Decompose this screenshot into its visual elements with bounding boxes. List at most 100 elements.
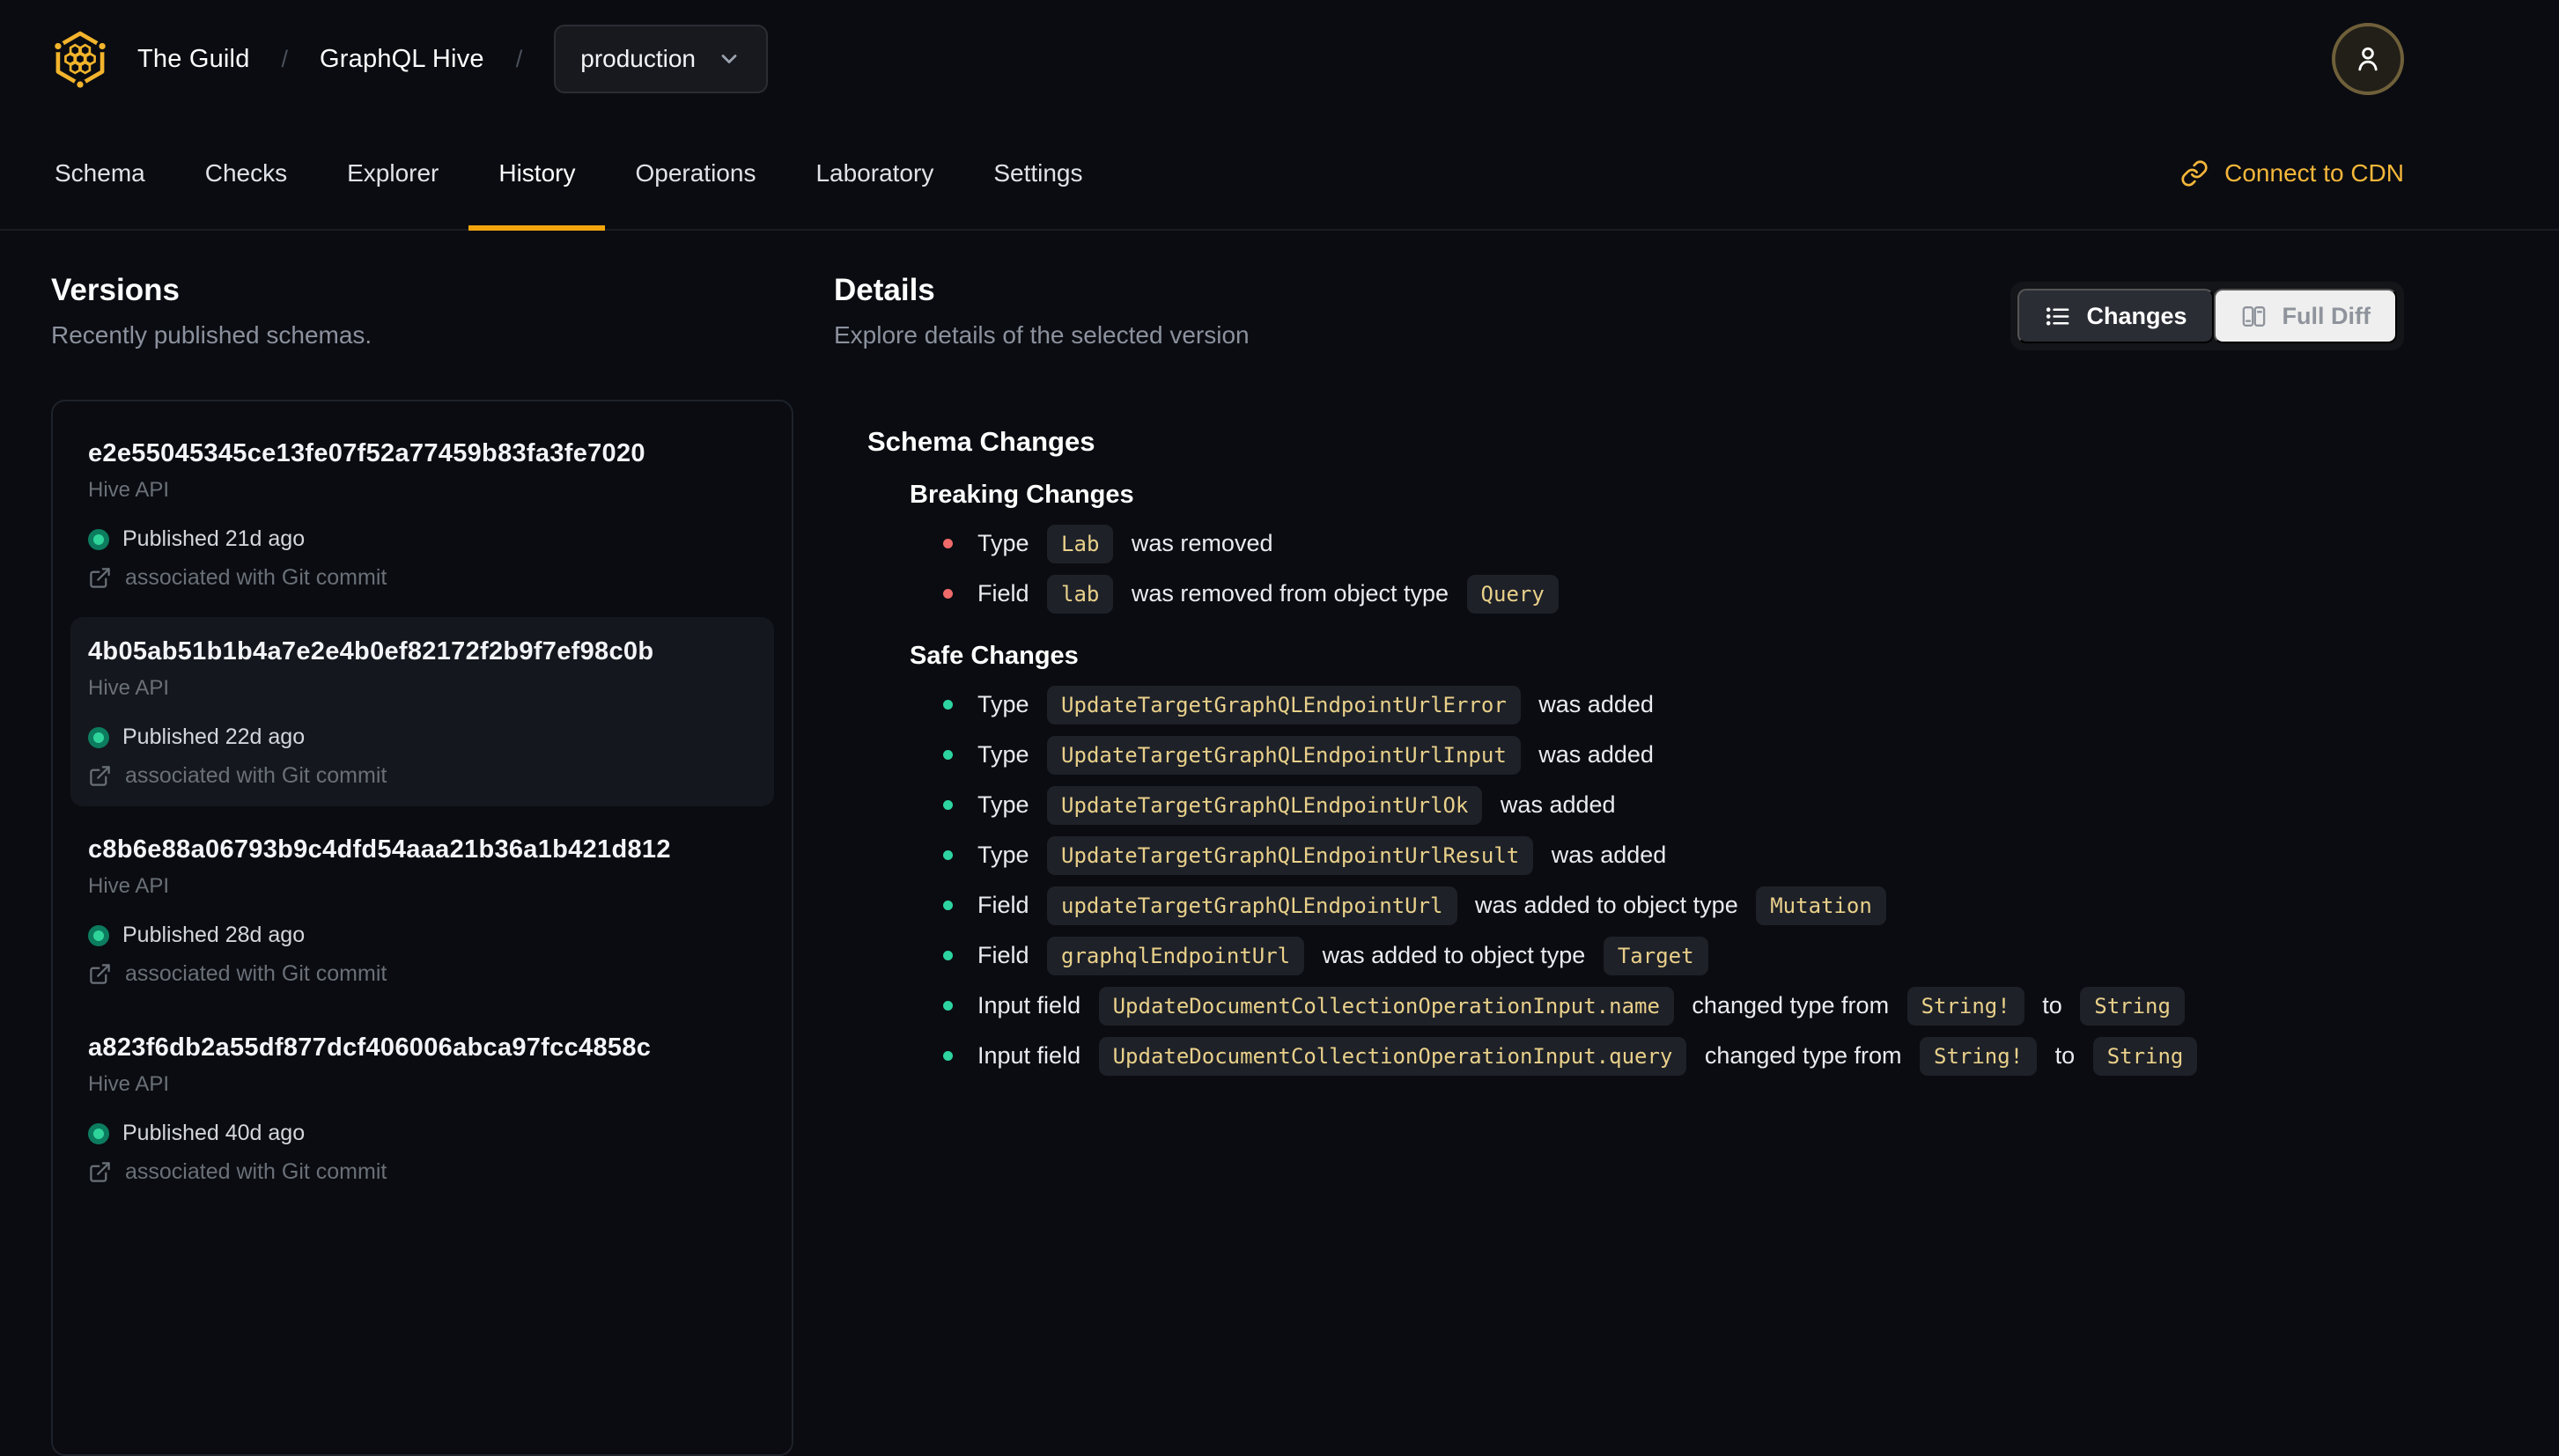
link-icon: [2181, 160, 2208, 187]
safe-bullet-icon: [943, 1051, 953, 1061]
main-content: Versions Recently published schemas. e2e…: [0, 231, 2559, 1456]
breadcrumb-separator: /: [281, 45, 289, 72]
breadcrumb-org[interactable]: The Guild: [137, 45, 250, 74]
details-panel: Details Explore details of the selected …: [834, 271, 2404, 1081]
change-row: Type UpdateTargetGraphQLEndpointUrlResul…: [910, 830, 2404, 880]
details-header: Details Explore details of the selected …: [834, 271, 2404, 350]
tab-checks[interactable]: Checks: [202, 118, 291, 229]
published-ago-label: Published 22d ago: [122, 724, 306, 749]
change-row: Type UpdateTargetGraphQLEndpointUrlInput…: [910, 730, 2404, 780]
change-text: to: [2048, 1042, 2082, 1069]
tab-history[interactable]: History: [468, 118, 606, 231]
change-section-title: Safe Changes: [910, 642, 1079, 670]
top-bar: The Guild / GraphQL Hive / production: [0, 0, 2559, 118]
change-text: Field: [977, 942, 1036, 968]
code-chip: lab: [1047, 574, 1114, 614]
breadcrumb-separator: /: [515, 45, 523, 72]
breadcrumb-project[interactable]: GraphQL Hive: [320, 45, 484, 74]
change-text: changed type from: [1698, 1042, 1908, 1069]
hive-logo-icon[interactable]: [51, 30, 109, 88]
version-service-name: Hive API: [88, 478, 170, 502]
change-text: was added: [1545, 842, 1667, 868]
code-chip: UpdateTargetGraphQLEndpointUrlResult: [1047, 835, 1534, 875]
connect-to-cdn-button[interactable]: Connect to CDN: [2180, 159, 2404, 188]
change-text: was added: [1493, 791, 1616, 818]
version-hash: a823f6db2a55df877dcf406006abca97fcc4858c: [88, 1033, 652, 1062]
chevron-down-icon: [721, 55, 737, 63]
change-row: Type Lab was removed: [910, 518, 2404, 569]
view-toggle-group: Changes Full Diff: [2010, 282, 2404, 350]
breaking-bullet-icon: [943, 589, 953, 599]
change-section-title: Breaking Changes: [910, 481, 1134, 509]
version-git-row[interactable]: associated with Git commit: [88, 961, 756, 987]
external-link-icon: [90, 766, 110, 786]
tab-operations[interactable]: Operations: [631, 118, 759, 229]
change-section: Safe Changes Type UpdateTargetGraphQLEnd…: [867, 642, 2404, 1081]
version-git-row[interactable]: associated with Git commit: [88, 763, 756, 789]
code-chip: Target: [1603, 936, 1708, 975]
columns-diff-icon: [2242, 305, 2265, 327]
safe-bullet-icon: [943, 850, 953, 860]
change-text: Type: [977, 791, 1036, 818]
change-text: was added to object type: [1468, 892, 1745, 918]
published-status-dot: [88, 1122, 109, 1144]
user-icon: [2358, 47, 2378, 71]
safe-bullet-icon: [943, 1001, 953, 1011]
changes-view-button[interactable]: Changes: [2017, 289, 2214, 343]
details-title-block: Details Explore details of the selected …: [834, 271, 1250, 350]
change-row: Field lab was removed from object type Q…: [910, 569, 2404, 619]
code-chip: String: [2080, 986, 2185, 1026]
tab-explorer[interactable]: Explorer: [343, 118, 442, 229]
version-list-item[interactable]: c8b6e88a06793b9c4dfd54aaa21b36a1b421d812…: [70, 815, 774, 1004]
breadcrumb: The Guild / GraphQL Hive /: [137, 45, 522, 74]
code-chip: Lab: [1047, 524, 1114, 563]
published-ago-label: Published 21d ago: [122, 526, 306, 551]
full-diff-view-button[interactable]: Full Diff: [2213, 289, 2397, 343]
version-list-item[interactable]: 4b05ab51b1b4a7e2e4b0ef82172f2b9f7ef98c0b…: [70, 617, 774, 806]
version-git-row[interactable]: associated with Git commit: [88, 1159, 756, 1185]
details-title: Details: [834, 273, 935, 307]
version-service-name: Hive API: [88, 1072, 170, 1096]
versions-title: Versions: [51, 273, 180, 307]
external-link-icon: [90, 964, 110, 984]
tab-settings[interactable]: Settings: [990, 118, 1086, 229]
change-text: Type: [977, 691, 1036, 717]
changes-view-label: Changes: [2086, 302, 2187, 329]
code-chip: updateTargetGraphQLEndpointUrl: [1047, 886, 1457, 925]
code-chip: Mutation: [1756, 886, 1886, 925]
version-list-item[interactable]: a823f6db2a55df877dcf406006abca97fcc4858c…: [70, 1013, 774, 1202]
change-text: to: [2035, 992, 2069, 1018]
tab-bar: Schema Checks Explorer History Operations Lab…: [0, 118, 2559, 231]
user-avatar[interactable]: [2332, 23, 2404, 95]
version-git-row[interactable]: associated with Git commit: [88, 565, 756, 591]
change-text: was added to object type: [1316, 942, 1592, 968]
tab-laboratory[interactable]: Laboratory: [812, 118, 937, 229]
change-rows: Type Lab was removed Field lab was remove…: [910, 518, 2404, 619]
version-list-item[interactable]: e2e55045345ce13fe07f52a77459b83fa3fe7020…: [70, 419, 774, 608]
breaking-bullet-icon: [943, 539, 953, 548]
tab-schema[interactable]: Schema: [51, 118, 149, 229]
git-commit-label: associated with Git commit: [125, 961, 387, 986]
tab-list: Schema Checks Explorer History Operations Lab…: [51, 118, 1139, 231]
code-chip: UpdateDocumentCollectionOperationInput.q…: [1098, 1036, 1687, 1076]
external-link-icon: [90, 1162, 110, 1182]
list-icon: [2046, 306, 2069, 326]
change-section: Breaking Changes Type Lab was removed Fie…: [867, 481, 2404, 619]
change-text: Type: [977, 741, 1036, 768]
change-text: was removed: [1125, 530, 1273, 556]
version-hash: 4b05ab51b1b4a7e2e4b0ef82172f2b9f7ef98c0b: [88, 637, 654, 665]
change-text: was added: [1531, 691, 1654, 717]
versions-list: e2e55045345ce13fe07f52a77459b83fa3fe7020…: [51, 400, 793, 1456]
safe-bullet-icon: [943, 800, 953, 810]
published-ago-label: Published 28d ago: [122, 923, 306, 947]
code-chip: String: [2092, 1036, 2198, 1076]
published-status-dot: [88, 924, 109, 946]
change-text: was added: [1531, 741, 1654, 768]
target-selector-dropdown[interactable]: production: [554, 25, 769, 93]
change-row: Input field UpdateDocumentCollectionOper…: [910, 1031, 2404, 1081]
version-status-row: Published 21d ago: [88, 526, 756, 552]
schema-changes-block: Schema Changes Breaking Changes Type Lab…: [834, 426, 2404, 1081]
change-row: Field graphqlEndpointUrl was added to ob…: [910, 930, 2404, 981]
versions-panel: Versions Recently published schemas. e2e…: [51, 271, 793, 1456]
change-text: Input field: [977, 992, 1088, 1018]
